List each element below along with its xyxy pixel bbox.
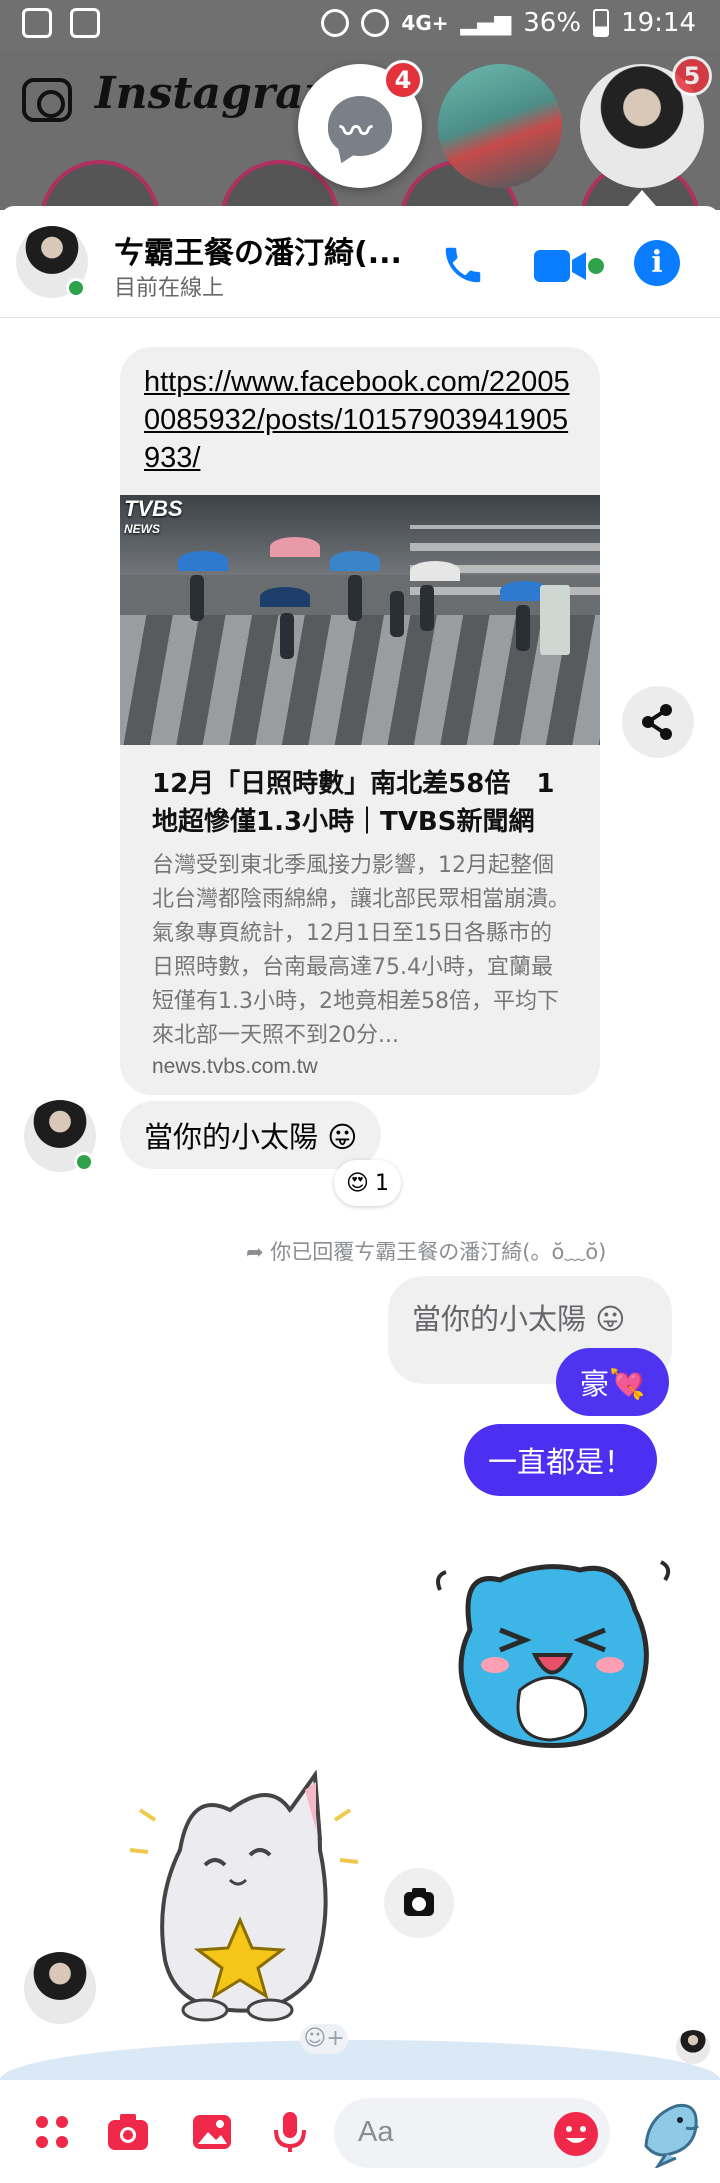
messenger-badge: 4 (383, 60, 423, 100)
image-umbrella (330, 551, 380, 571)
link-description: 台灣受到東北季風接力影響，12月起整個北台灣都陰雨綿綿，讓北部民眾相當崩潰。氣象… (152, 853, 571, 1048)
reaction-count: 1 (374, 1170, 389, 1196)
reaction-emoji: 😍 (346, 1170, 369, 1196)
dolphin-sticker-icon[interactable] (636, 2096, 706, 2168)
download-notification-icon (70, 8, 100, 38)
image-pedestrian (280, 613, 294, 659)
add-emoji-ghost-icon[interactable]: ☺+ (300, 2024, 348, 2054)
incoming-message[interactable]: 當你的小太陽 😛 (120, 1101, 382, 1169)
image-umbrella (178, 551, 228, 571)
message-input-placeholder: Aa (358, 2116, 394, 2148)
image-kiosk (540, 585, 570, 655)
message-input[interactable]: Aa (334, 2098, 610, 2168)
image-pedestrian (420, 585, 434, 631)
tvbs-logo-sub: NEWS (124, 522, 160, 536)
quoted-message-text: 當你的小太陽 😛 (412, 1302, 626, 1336)
image-pedestrian (516, 605, 530, 651)
contact-name[interactable]: ㄘ霸王餐の潘汀綺(... (114, 228, 414, 272)
image-pedestrian (190, 575, 204, 621)
link-preview-card[interactable]: https://www.facebook.com/220050085932/po… (120, 347, 600, 1095)
camera-compose-icon[interactable] (106, 2110, 150, 2154)
composer-bar: Aa (0, 2080, 720, 2183)
reply-context: ➦ 你已回覆ㄘ霸王餐の潘汀綺(。ŏ﹏ŏ) (246, 1236, 606, 1266)
image-umbrella (260, 587, 310, 607)
chat-head-badge: 5 (672, 56, 712, 96)
sender-avatar[interactable] (24, 1952, 96, 2024)
link-preview-image[interactable]: TVBS NEWS (120, 495, 600, 745)
message-reaction[interactable]: 😍 1 (334, 1160, 401, 1206)
outgoing-message[interactable]: 一直都是！ (464, 1424, 658, 1496)
camera-icon (404, 1888, 434, 1916)
gallery-icon[interactable] (190, 2110, 234, 2154)
info-icon[interactable]: i (634, 240, 680, 286)
more-actions-icon[interactable] (30, 2110, 74, 2154)
image-pedestrian (390, 591, 404, 637)
incoming-message-text: 當你的小太陽 😛 (144, 1120, 358, 1154)
tvbs-logo: TVBS NEWS (124, 496, 183, 539)
tvbs-logo-text: TVBS (124, 496, 183, 521)
battery-icon (593, 9, 610, 37)
contact-status: 目前在線上 (114, 276, 225, 301)
status-bar: 4G+ ▂▄▆ 36% 19:14 (0, 0, 720, 50)
image-umbrella (270, 537, 320, 557)
clock: 19:14 (621, 8, 696, 38)
outgoing-message-text: 豪💘 (580, 1367, 646, 1401)
chat-head-pointer (628, 190, 656, 206)
quick-camera-button[interactable] (384, 1868, 454, 1938)
smiley-icon (566, 2126, 586, 2143)
instagram-camera-icon (22, 78, 72, 122)
online-indicator (66, 278, 86, 298)
chat-head-contact[interactable] (438, 64, 562, 188)
link-domain: news.tvbs.com.tw (152, 1055, 318, 1078)
microphone-icon[interactable] (268, 2110, 312, 2154)
share-icon (642, 704, 672, 740)
image-umbrella (410, 561, 460, 581)
status-right: 4G+ ▂▄▆ 36% 19:14 (321, 8, 696, 38)
messenger-icon (328, 96, 392, 156)
outgoing-message[interactable]: 豪💘 (556, 1348, 670, 1416)
dnd-icon (321, 9, 350, 37)
online-indicator (74, 1152, 94, 1172)
share-button[interactable] (622, 686, 694, 758)
read-receipt-avatar (676, 2030, 710, 2064)
reply-arrow-icon: ➦ (246, 1240, 271, 1264)
signal-icon: ▂▄▆ (460, 10, 512, 36)
battery-percent: 36% (523, 8, 582, 38)
link-url[interactable]: https://www.facebook.com/220050085932/po… (144, 363, 584, 477)
reply-context-text: 你已回覆ㄘ霸王餐の潘汀綺(。ŏ﹏ŏ) (270, 1240, 607, 1264)
outgoing-message-text: 一直都是！ (488, 1445, 634, 1479)
link-title[interactable]: 12月「日照時數」南北差58倍 1地超慘僅1.3小時｜TVBS新聞網 (152, 765, 572, 841)
image-pedestrian (348, 575, 362, 621)
phone-call-icon[interactable] (440, 242, 486, 288)
video-call-icon[interactable] (534, 248, 606, 284)
blue-cat-sticker[interactable] (430, 1540, 680, 1760)
white-bunny-sticker[interactable] (120, 1770, 360, 2030)
emoji-button-icon[interactable] (554, 2112, 598, 2156)
status-left-icons (22, 8, 100, 38)
chat-header: ㄘ霸王餐の潘汀綺(... 目前在線上 i (0, 206, 720, 318)
composer-wave-decoration (0, 2040, 720, 2080)
network-type: 4G+ (401, 11, 449, 35)
instagram-notification-icon (22, 8, 52, 38)
alarm-icon (361, 9, 390, 37)
